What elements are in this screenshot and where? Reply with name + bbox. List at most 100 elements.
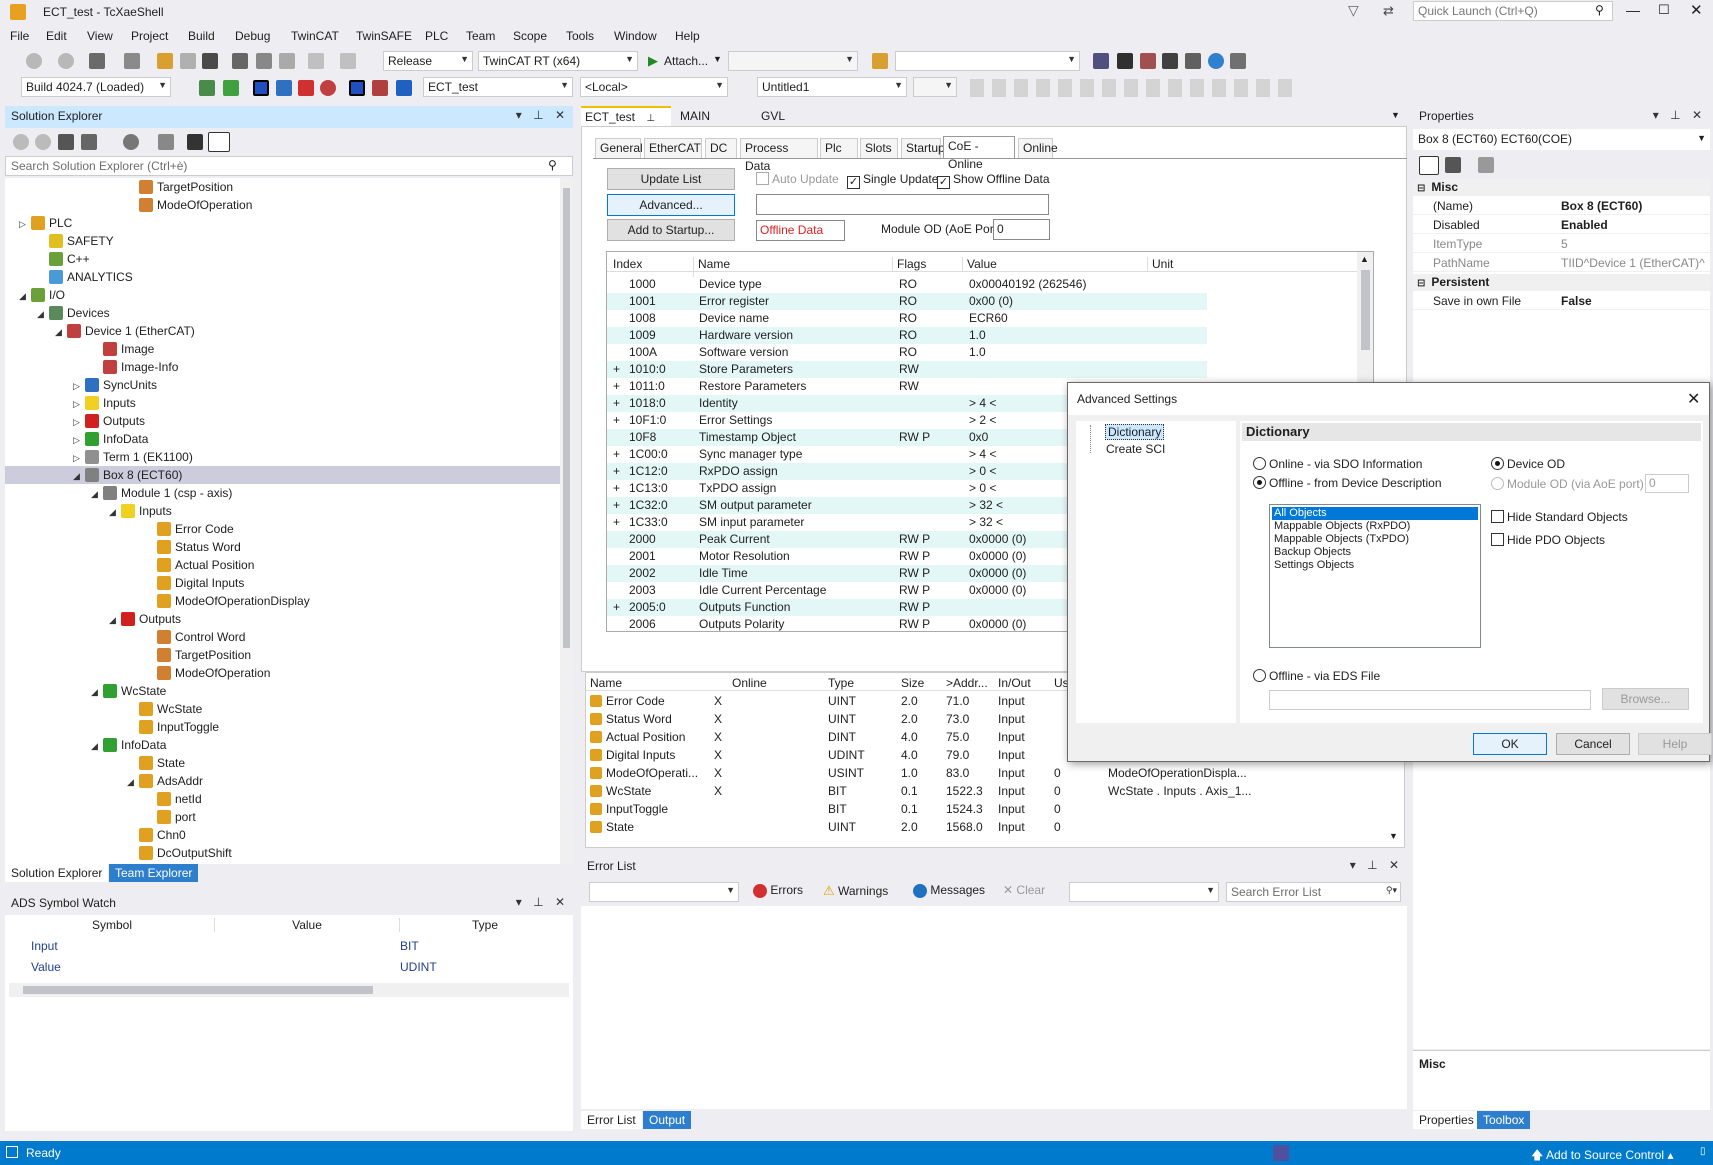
nav-dictionary[interactable]: Dictionary: [1105, 424, 1165, 440]
coe-row[interactable]: 1001 Error register RO 0x00 (0): [607, 293, 1207, 310]
update-list-button[interactable]: Update List: [607, 168, 735, 190]
expand-icon[interactable]: ▷: [73, 431, 85, 449]
tab-general[interactable]: General: [595, 138, 643, 158]
tree-item[interactable]: ANALYTICS: [5, 268, 560, 286]
ads-row-symbol[interactable]: Value: [31, 960, 61, 974]
property-row[interactable]: ItemType 5: [1413, 236, 1710, 253]
maximize-icon[interactable]: ☐: [1658, 2, 1670, 18]
tree-item[interactable]: SAFETY: [5, 232, 560, 250]
expand-icon[interactable]: +: [613, 497, 620, 514]
categorized-icon[interactable]: [1419, 156, 1439, 175]
tab-coe-online[interactable]: CoE - Online: [943, 136, 1015, 171]
coe-row[interactable]: 1000 Device type RO 0x00040192 (262546): [607, 276, 1207, 293]
pv-row[interactable]: WcState X BIT 0.1 1522.3 Input 0 WcState . Inpu…: [586, 783, 1386, 800]
scan-icon[interactable]: [298, 80, 314, 96]
start-icon[interactable]: ▶: [648, 53, 658, 69]
property-row[interactable]: (Name) Box 8 (ECT60): [1413, 198, 1710, 215]
tree-item[interactable]: ▷ Outputs: [5, 412, 560, 430]
error-search-input[interactable]: Search Error List ⚲▾: [1226, 882, 1401, 902]
pin-icon[interactable]: ⊥: [646, 113, 655, 124]
tree-item[interactable]: ◢ Inputs: [5, 502, 560, 520]
tree-item[interactable]: Actual Position: [5, 556, 560, 574]
tab-properties[interactable]: Properties: [1413, 1111, 1480, 1129]
warnings-filter-button[interactable]: ⚠ Warnings: [823, 883, 888, 899]
menu-project[interactable]: Project: [131, 29, 168, 43]
hide-standard-checkbox[interactable]: Hide Standard Objects: [1491, 510, 1628, 524]
toggle-free-run-icon[interactable]: [320, 80, 336, 96]
solution-tree-scrollbar[interactable]: [560, 178, 573, 864]
filter-option[interactable]: All Objects: [1272, 507, 1478, 520]
doc-tab-main[interactable]: MAIN: [676, 106, 714, 126]
notifications-bell-icon[interactable]: ▯: [1700, 1146, 1706, 1157]
menu-team[interactable]: Team: [466, 29, 495, 43]
collapse-icon[interactable]: ◢: [91, 737, 103, 755]
alphabetical-icon[interactable]: [1445, 157, 1461, 173]
tree-item[interactable]: ▷ Term 1 (EK1100): [5, 448, 560, 466]
eds-file-input[interactable]: [1269, 690, 1591, 710]
tree-item[interactable]: C++: [5, 250, 560, 268]
tab-plc[interactable]: Plc: [820, 138, 858, 158]
tree-item[interactable]: ◢ Device 1 (EtherCAT): [5, 322, 560, 340]
property-pages-icon[interactable]: [1478, 157, 1494, 173]
tool-icon-1[interactable]: [1093, 53, 1109, 69]
tree-item[interactable]: ◢ InfoData: [5, 736, 560, 754]
doc-tab-ect-test[interactable]: ECT_test ⊥ ✕: [581, 106, 671, 138]
attach-button[interactable]: Attach...: [664, 54, 708, 68]
messages-filter-button[interactable]: Messages: [913, 883, 985, 898]
tree-item[interactable]: ModeOfOperation: [5, 196, 560, 214]
module-od-port-input[interactable]: 0: [1645, 474, 1689, 493]
collapse-icon[interactable]: ◢: [19, 287, 31, 305]
config-mode-icon[interactable]: [253, 80, 269, 96]
tab-process-data[interactable]: Process Data: [740, 138, 818, 173]
tab-team-explorer[interactable]: Team Explorer: [109, 864, 199, 882]
filter-option[interactable]: Settings Objects: [1272, 559, 1478, 572]
tree-item[interactable]: netId: [5, 790, 560, 808]
save-all-icon[interactable]: [202, 53, 218, 69]
expand-icon[interactable]: +: [613, 395, 620, 412]
coe-row[interactable]: 100A Software version RO 1.0: [607, 344, 1207, 361]
menu-edit[interactable]: Edit: [46, 29, 67, 43]
tab-output[interactable]: Output: [643, 1111, 692, 1129]
pv-row[interactable]: ModeOfOperati... X USINT 1.0 83.0 Input 0 ModeO…: [586, 765, 1386, 782]
filter-option[interactable]: Mappable Objects (TxPDO): [1272, 533, 1478, 546]
tool-icon-3[interactable]: [1185, 53, 1201, 69]
module-od-input[interactable]: 0: [993, 219, 1050, 240]
scrollbar-thumb[interactable]: [1361, 270, 1370, 350]
collapse-all-icon[interactable]: [158, 134, 174, 150]
paste-icon[interactable]: [279, 53, 295, 69]
collapse-icon[interactable]: ◢: [127, 773, 139, 791]
expand-icon[interactable]: ▷: [73, 377, 85, 395]
col-index[interactable]: Index: [613, 257, 642, 271]
expand-icon[interactable]: +: [613, 514, 620, 531]
scope-sub-dropdown[interactable]: ▼: [913, 77, 957, 97]
preview-icon[interactable]: [208, 132, 230, 152]
panel-buttons[interactable]: ▾ ⊥ ✕: [516, 895, 569, 909]
auto-update-checkbox[interactable]: Auto Update: [756, 172, 839, 186]
tree-item[interactable]: Digital Inputs: [5, 574, 560, 592]
search-icon[interactable]: ⚲: [1595, 3, 1604, 17]
cam-icon[interactable]: [372, 80, 388, 96]
pv-col-5[interactable]: In/Out: [998, 676, 1031, 690]
scroll-up-icon[interactable]: ▲: [1360, 254, 1369, 264]
tab-dc[interactable]: DC: [705, 138, 737, 158]
tree-item[interactable]: ▷ Inputs: [5, 394, 560, 412]
error-scope-dropdown[interactable]: ▼: [589, 882, 739, 902]
tree-item[interactable]: ◢ Outputs: [5, 610, 560, 628]
sym-icon[interactable]: [396, 80, 412, 96]
pv-col-1[interactable]: Online: [732, 676, 767, 690]
col-value[interactable]: Value: [962, 257, 997, 271]
coe-filter-input[interactable]: [756, 194, 1049, 215]
filter-option[interactable]: Backup Objects: [1272, 546, 1478, 559]
scrollbar-thumb[interactable]: [23, 986, 373, 994]
menu-window[interactable]: Window: [614, 29, 657, 43]
panel-buttons[interactable]: ▾ ⊥ ✕: [516, 108, 569, 122]
coe-row[interactable]: 1009 Hardware version RO 1.0: [607, 327, 1207, 344]
collapse-icon[interactable]: ◢: [55, 323, 67, 341]
ads-row-symbol[interactable]: Input: [31, 939, 58, 953]
ads-hscrollbar[interactable]: [9, 983, 569, 997]
col-unit[interactable]: Unit: [1147, 257, 1173, 271]
error-build-dropdown[interactable]: ▼: [1069, 882, 1219, 902]
expand-icon[interactable]: +: [613, 446, 620, 463]
pv-col-3[interactable]: Size: [901, 676, 924, 690]
menu-twincat[interactable]: TwinCAT: [291, 29, 339, 43]
